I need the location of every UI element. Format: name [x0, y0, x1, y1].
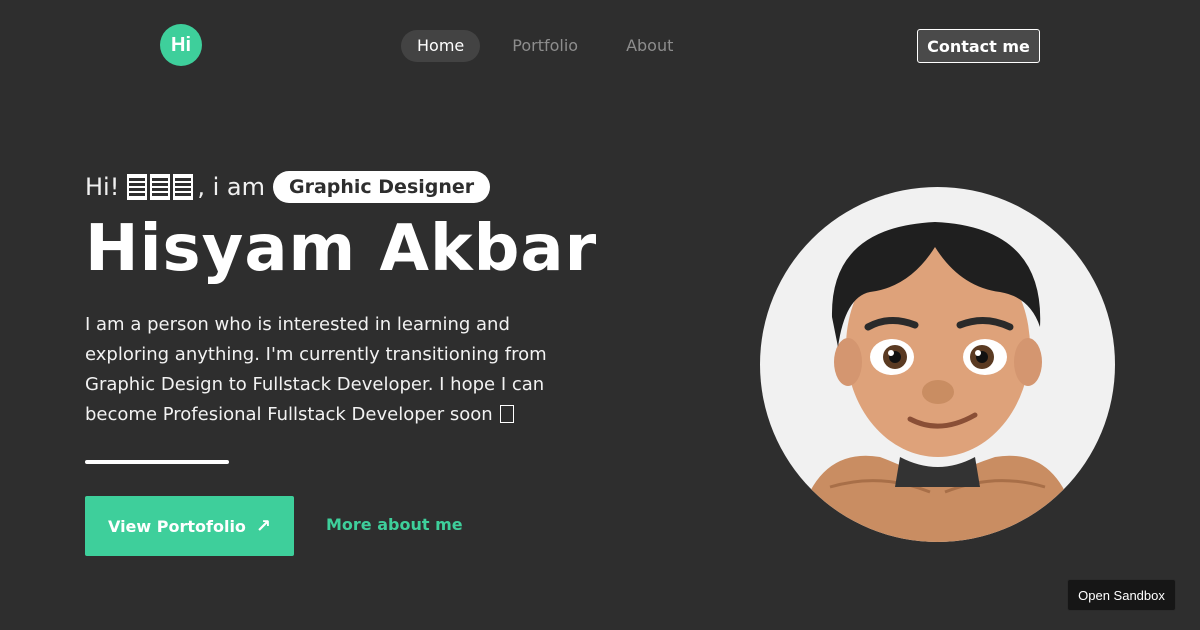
greeting-suffix: , i am — [197, 173, 265, 201]
nav-item-home[interactable]: Home — [401, 30, 481, 62]
hero-bio: I am a person who is interested in learn… — [85, 310, 565, 430]
logo[interactable]: Hi — [160, 24, 202, 66]
open-sandbox-button[interactable]: Open Sandbox — [1067, 579, 1176, 611]
greeting-prefix: Hi! — [85, 173, 120, 201]
emoji-icon — [500, 405, 515, 423]
bio-text: I am a person who is interested in learn… — [85, 314, 547, 425]
arrow-up-right-icon: ↗ — [255, 515, 272, 537]
memoji-avatar-icon — [800, 222, 1075, 542]
wave-emoji-icon — [127, 174, 194, 200]
contact-button[interactable]: Contact me — [917, 29, 1040, 63]
hero-name: Hisyam Akbar — [85, 212, 598, 286]
role-badge: Graphic Designer — [272, 171, 491, 203]
more-about-me-link[interactable]: More about me — [326, 515, 463, 534]
view-portfolio-label: View Portofolio — [107, 516, 246, 536]
avatar — [760, 187, 1115, 542]
main-nav: Home Portfolio About — [401, 30, 689, 62]
logo-text: Hi — [171, 33, 191, 56]
nav-item-portfolio[interactable]: Portfolio — [496, 30, 594, 62]
nav-item-about[interactable]: About — [610, 30, 689, 62]
greeting-line: Hi! , i am Graphic Designer — [85, 170, 491, 204]
hero-divider — [85, 460, 229, 464]
view-portfolio-button[interactable]: View Portofolio ↗ — [85, 496, 294, 556]
